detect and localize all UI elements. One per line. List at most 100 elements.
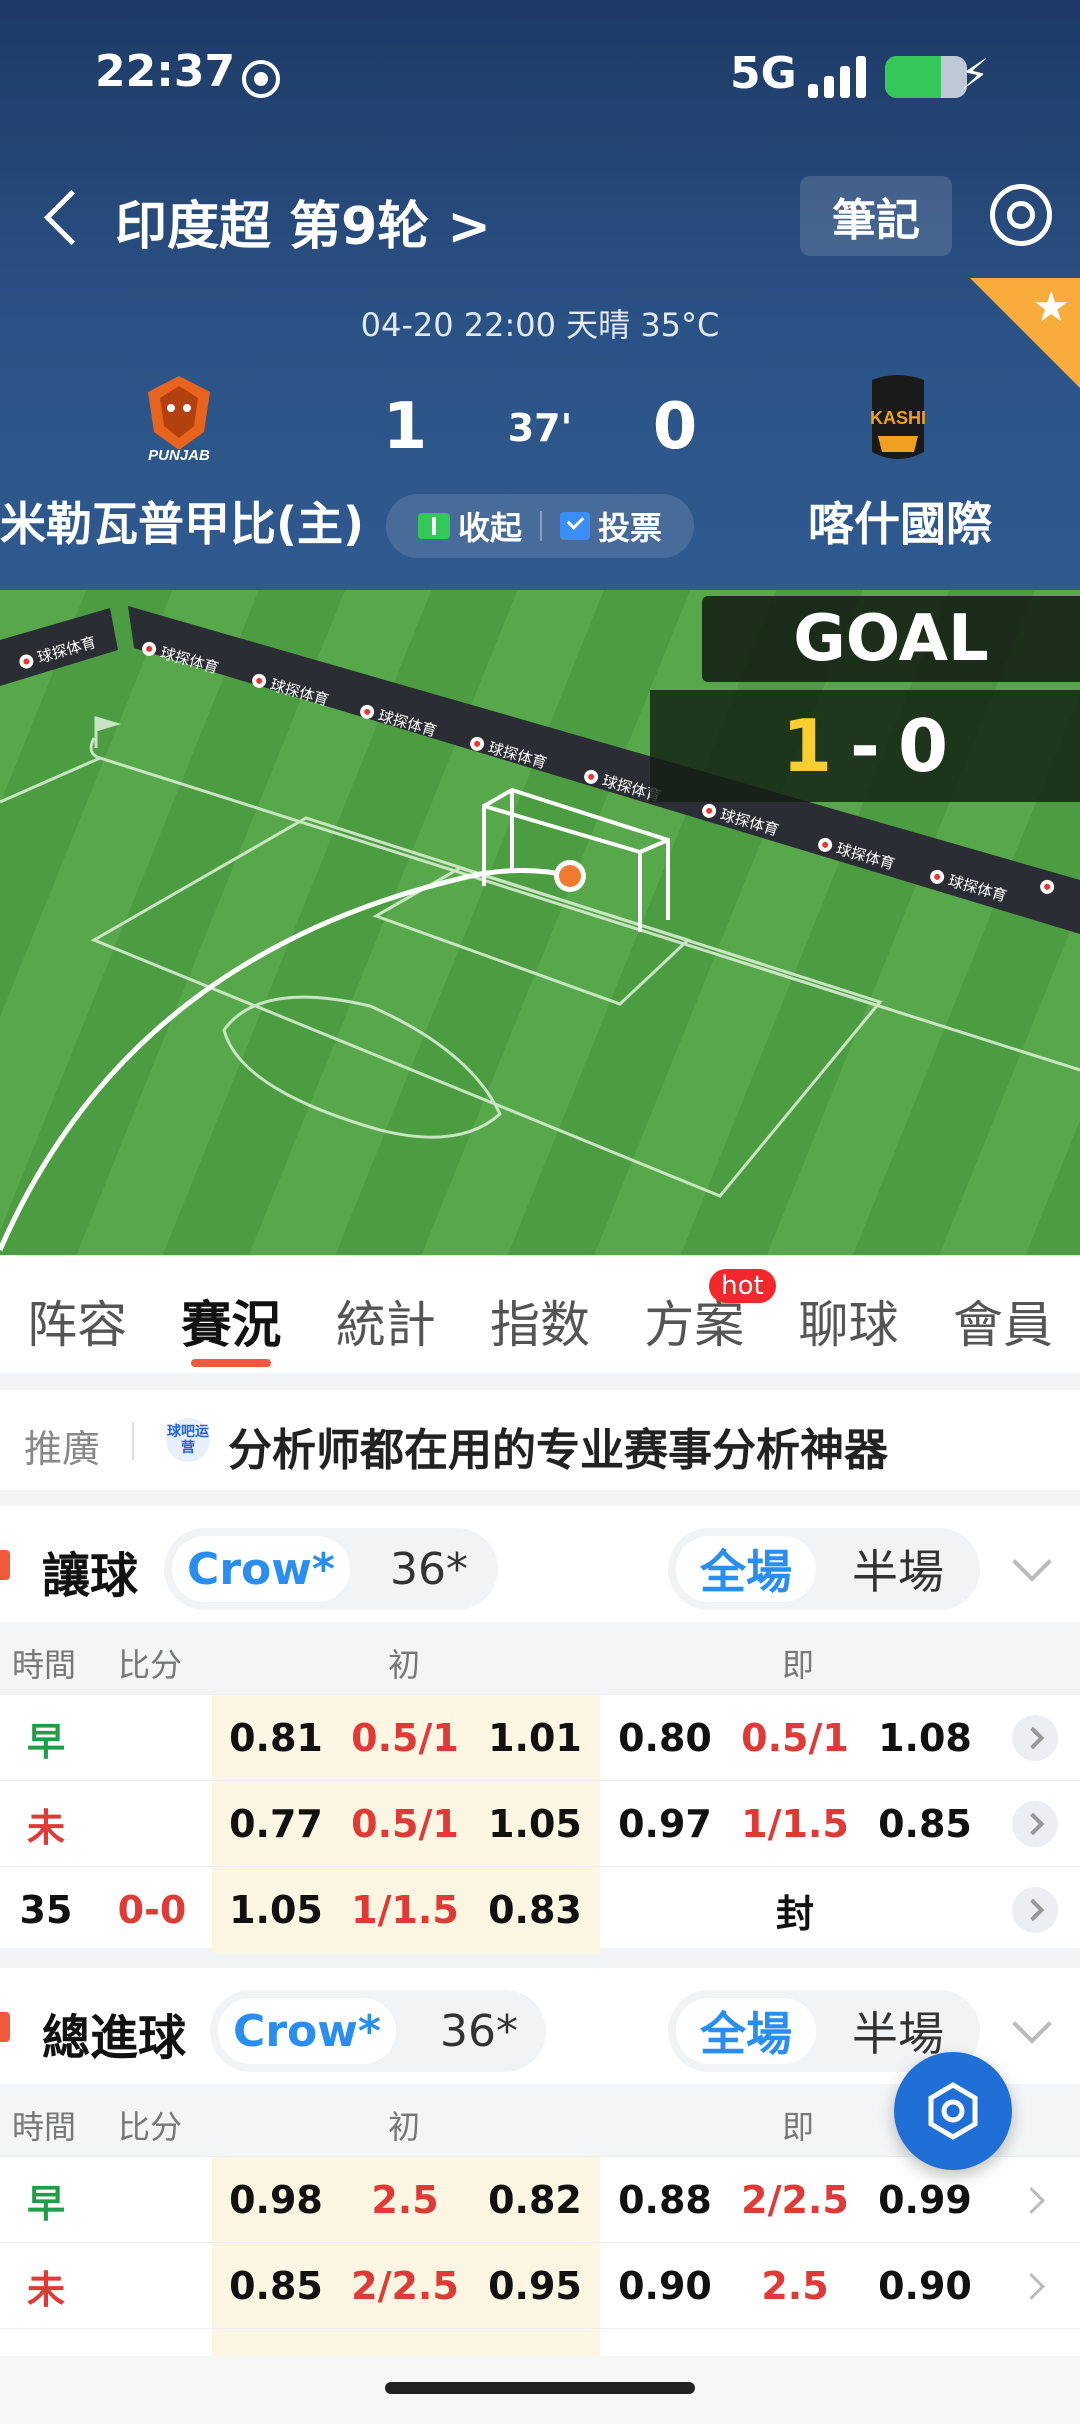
home-indicator[interactable] bbox=[385, 2382, 695, 2394]
table-row[interactable]: 未 0.85 2/2.5 0.95 0.90 2.5 0.90 bbox=[0, 2242, 1080, 2329]
match-tabs: 阵容 賽況 統計 指数 方案 hot 聊球 會員 bbox=[0, 1255, 1080, 1373]
initial-under-odds: 0.95 bbox=[470, 2243, 600, 2329]
tab-live[interactable]: 賽況 bbox=[154, 1255, 308, 1373]
home-score: 1 bbox=[382, 390, 428, 464]
tab-stats[interactable]: 統計 bbox=[309, 1255, 463, 1373]
tab-label: 方案 bbox=[644, 1296, 745, 1354]
chevron-down-icon[interactable] bbox=[1012, 1542, 1052, 1582]
initial-home-odds: 0.77 bbox=[212, 1781, 340, 1867]
promo-divider bbox=[132, 1422, 134, 1460]
initial-over-odds: 0.85 bbox=[212, 2243, 340, 2329]
full-time-button[interactable]: 全場 bbox=[676, 1536, 816, 1602]
live-away-odds: 1.08 bbox=[878, 1716, 972, 1760]
row-detail[interactable] bbox=[990, 2157, 1080, 2243]
section-accent-bar bbox=[0, 1550, 10, 1580]
company-36-button[interactable]: 36* bbox=[390, 1528, 468, 1610]
initial-line: 0.5/1 bbox=[340, 1781, 470, 1867]
row-time: 未 bbox=[26, 1805, 65, 1850]
initial-over-odds: 0.98 bbox=[212, 2157, 340, 2243]
chevron-right-icon bbox=[1012, 1801, 1058, 1847]
tab-plans[interactable]: 方案 hot bbox=[617, 1255, 776, 1373]
star-icon[interactable]: ★ bbox=[1032, 282, 1070, 331]
match-minute: 37' bbox=[507, 406, 573, 450]
away-logo-text: KASHI bbox=[870, 408, 926, 428]
network-type: 5G bbox=[730, 48, 797, 99]
col-live: 即 bbox=[782, 2108, 815, 2146]
tab-label: 賽況 bbox=[181, 1296, 282, 1354]
goal-score-away: 0 bbox=[897, 704, 949, 788]
pill-divider bbox=[540, 511, 542, 541]
live-line: 1/1.5 bbox=[741, 1802, 849, 1846]
tab-odds-index[interactable]: 指数 bbox=[463, 1255, 617, 1373]
home-team-logo: PUNJAB bbox=[148, 376, 210, 464]
promo-banner[interactable]: 推廣 球吧运营 分析师都在用的专业赛事分析神器 bbox=[0, 1390, 1080, 1490]
initial-home-odds: 1.05 bbox=[212, 1867, 340, 1953]
total-goals-odds-section: 總進球 Crow* 36* 全場 半場 時間 比分 初 即 早 0.98 2.5… bbox=[0, 1968, 1080, 2356]
chevron-down-icon[interactable] bbox=[1012, 2004, 1052, 2044]
goal-score-banner: 1 - 0 bbox=[650, 690, 1080, 802]
col-initial: 初 bbox=[388, 1646, 421, 1684]
half-time-button[interactable]: 半場 bbox=[828, 1528, 968, 1610]
home-team-name[interactable]: 米勒瓦普甲比(主) bbox=[0, 488, 364, 554]
row-detail[interactable] bbox=[990, 1781, 1080, 1867]
company-36-button[interactable]: 36* bbox=[440, 1990, 518, 2072]
live-home-odds: 0.97 bbox=[618, 1802, 712, 1846]
initial-line: 1/1.5 bbox=[340, 1867, 470, 1953]
table-row[interactable]: 35 0-0 1.05 1/1.5 0.83 封 bbox=[0, 1866, 1080, 1953]
handicap-odds-section: 讓球 Crow* 36* 全場 半場 時間 比分 初 即 早 0.81 0.5/… bbox=[0, 1506, 1080, 1953]
tab-membership[interactable]: 會員 bbox=[926, 1255, 1080, 1373]
initial-under-odds: 0.82 bbox=[470, 2157, 600, 2243]
back-icon[interactable] bbox=[38, 188, 88, 248]
tab-chat[interactable]: 聊球 bbox=[771, 1255, 925, 1373]
chevron-right-icon bbox=[1020, 2271, 1050, 2301]
live-away-odds: 0.85 bbox=[878, 1802, 972, 1846]
match-time-weather: 04-20 22:00 天晴 35°C bbox=[360, 306, 720, 344]
row-time: 早 bbox=[26, 2181, 65, 2226]
tab-label: 聊球 bbox=[798, 1296, 899, 1354]
collapse-label: 收起 bbox=[457, 509, 522, 547]
tab-lineup[interactable]: 阵容 bbox=[0, 1255, 154, 1373]
vote-button[interactable]: 投票 bbox=[560, 503, 662, 549]
chevron-right-icon bbox=[1012, 1715, 1058, 1761]
table-row-partial bbox=[0, 2328, 1080, 2356]
vote-label: 投票 bbox=[598, 509, 663, 547]
collapse-button[interactable]: 收起 bbox=[417, 503, 522, 549]
signal-icon bbox=[808, 54, 870, 98]
header-action-pill: 收起 投票 bbox=[386, 494, 694, 558]
row-time: 早 bbox=[26, 1719, 65, 1764]
promo-tag: 推廣 bbox=[24, 1427, 101, 1471]
match-page: 22:37 5G ⚡ 印度超 第9轮 > 筆記 04-20 22:00 天晴 3… bbox=[0, 0, 1080, 2424]
floating-action-button[interactable] bbox=[894, 2052, 1012, 2170]
col-live: 即 bbox=[782, 1646, 815, 1684]
initial-cell bbox=[340, 2329, 470, 2356]
away-team-logo: KASHI bbox=[870, 375, 926, 459]
promo-app-icon: 球吧运营 bbox=[166, 1418, 210, 1462]
full-time-button[interactable]: 全場 bbox=[676, 1998, 816, 2064]
section-title: 讓球 bbox=[42, 1548, 139, 1604]
live-under-odds: 0.90 bbox=[878, 2264, 972, 2308]
note-button[interactable]: 筆記 bbox=[800, 176, 952, 256]
initial-cell bbox=[470, 2329, 600, 2356]
target-icon[interactable] bbox=[990, 184, 1052, 246]
initial-home-odds: 0.81 bbox=[212, 1695, 340, 1781]
chevron-right-icon bbox=[1012, 1887, 1058, 1933]
row-score bbox=[92, 1695, 212, 1781]
table-row[interactable]: 早 0.81 0.5/1 1.01 0.80 0.5/1 1.08 bbox=[0, 1694, 1080, 1781]
initial-cell bbox=[212, 2329, 340, 2356]
league-round-title[interactable]: 印度超 第9轮 > bbox=[115, 184, 491, 259]
table-row[interactable]: 早 0.98 2.5 0.82 0.88 2/2.5 0.99 bbox=[0, 2156, 1080, 2243]
company-crow-button[interactable]: Crow* bbox=[172, 1536, 350, 1602]
away-team-name[interactable]: 喀什國際 bbox=[760, 488, 1040, 554]
col-initial: 初 bbox=[388, 2108, 421, 2146]
initial-line: 0.5/1 bbox=[340, 1695, 470, 1781]
table-row[interactable]: 未 0.77 0.5/1 1.05 0.97 1/1.5 0.85 bbox=[0, 1780, 1080, 1867]
vote-icon bbox=[560, 512, 590, 540]
company-crow-button[interactable]: Crow* bbox=[218, 1998, 396, 2064]
row-detail[interactable] bbox=[990, 1867, 1080, 1953]
row-detail[interactable] bbox=[990, 1695, 1080, 1781]
chevron-right-icon bbox=[1020, 2185, 1050, 2215]
charging-icon: ⚡ bbox=[960, 50, 990, 99]
company-switch: Crow* 36* bbox=[164, 1528, 498, 1610]
row-detail[interactable] bbox=[990, 2243, 1080, 2329]
company-switch: Crow* 36* bbox=[210, 1990, 546, 2072]
